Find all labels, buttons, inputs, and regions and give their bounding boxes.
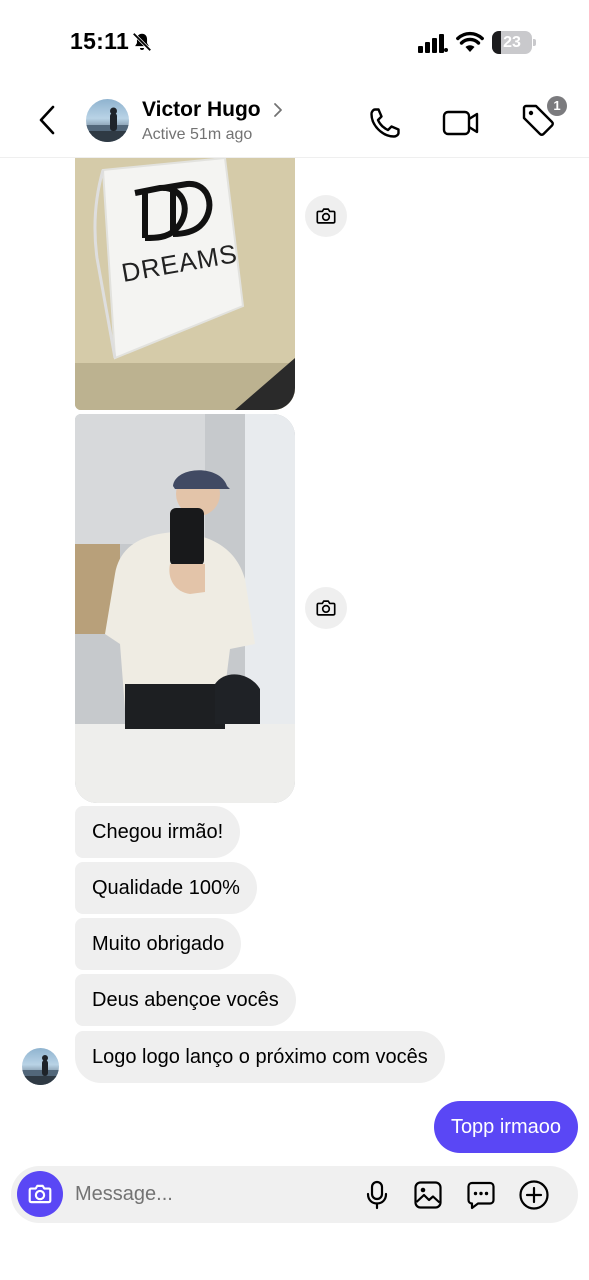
plus-icon [519,1180,549,1210]
video-camera-icon [442,110,479,136]
battery-icon: 23 [492,31,536,54]
sent-message[interactable]: Topp irmaoo [433,1101,578,1153]
camera-icon [316,208,336,224]
active-status: Active 51m ago [142,126,253,143]
sticker-button[interactable] [465,1179,497,1211]
audio-call-button[interactable] [366,104,404,142]
camera-icon [28,1184,52,1204]
gallery-icon [414,1181,442,1209]
received-photo-1[interactable]: DREAMS [75,158,295,410]
received-message[interactable]: Logo logo lanço o próximo com vocês [75,1031,445,1083]
status-time: 15:11 [70,28,130,54]
camera-button[interactable] [17,1171,63,1217]
battery-level: 23 [503,34,521,51]
chevron-right-icon [274,103,282,117]
sticker-icon [467,1181,495,1210]
received-message[interactable]: Qualidade 100% [75,862,257,914]
received-message[interactable]: Muito obrigado [75,918,242,970]
microphone-icon [366,1180,388,1210]
mute-bell-icon [132,32,152,52]
tag-badge: 1 [547,96,567,116]
message-composer [11,1166,578,1223]
wifi-icon [456,31,484,52]
status-bar: 15:11 23 [0,0,589,88]
phone-icon [370,108,400,138]
photo-camera-reply-button[interactable] [305,195,347,237]
voice-message-button[interactable] [361,1179,393,1211]
gallery-button[interactable] [412,1179,444,1211]
camera-icon [316,600,336,616]
message-input[interactable] [75,1174,355,1214]
video-call-button[interactable] [441,104,481,142]
more-options-button[interactable] [518,1179,550,1211]
contact-avatar[interactable] [86,99,129,142]
contact-name[interactable]: Victor Hugo [142,98,261,122]
chat-header: Victor Hugo Active 51m ago 1 [0,88,589,158]
signal-icon [418,34,448,53]
contact-avatar-small[interactable] [22,1048,59,1085]
back-button[interactable] [30,102,64,138]
photo-camera-reply-button[interactable] [305,587,347,629]
received-message[interactable]: Chegou irmão! [75,806,241,858]
received-photo-2[interactable] [75,414,295,803]
received-message[interactable]: Deus abençoe vocês [75,974,296,1026]
back-arrow-icon [39,105,55,135]
